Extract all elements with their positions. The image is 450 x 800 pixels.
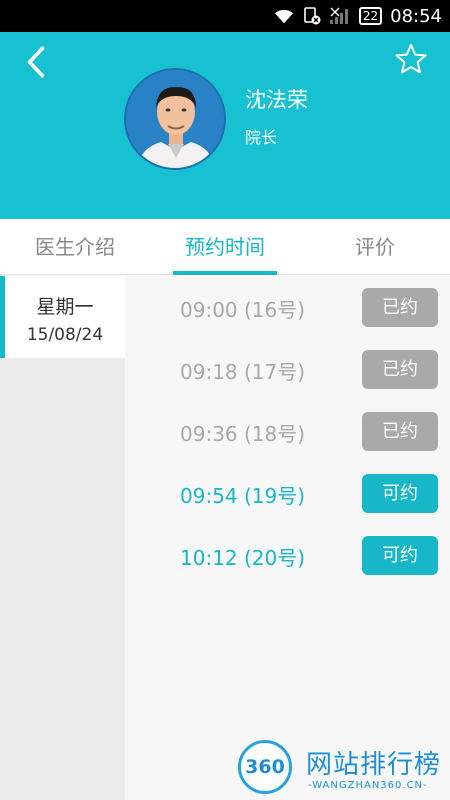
battery-indicator: 22	[358, 7, 383, 25]
wifi-icon	[273, 7, 295, 25]
slot-time: 09:36 (18号)	[180, 422, 306, 446]
status-bar: 22 08:54	[0, 0, 450, 32]
slot-book-button[interactable]: 可约	[362, 536, 438, 575]
tab-bar: 医生介绍 预约时间 评价	[0, 219, 450, 275]
sim-blocked-icon	[303, 7, 321, 25]
star-outline-icon	[395, 44, 427, 74]
tab-doctor-intro[interactable]: 医生介绍	[0, 219, 150, 274]
slot-row: 10:12 (20号) 可约	[125, 524, 450, 586]
day-name: 星期一	[36, 296, 94, 318]
slot-time: 10:12 (20号)	[180, 546, 306, 570]
slot-time: 09:54 (19号)	[180, 484, 306, 508]
favorite-button[interactable]	[394, 42, 428, 76]
day-list: 星期一 15/08/24	[0, 276, 125, 800]
signal-icon	[329, 7, 351, 25]
slot-time: 09:00 (16号)	[180, 298, 306, 322]
doctor-title: 院长	[245, 128, 278, 147]
tab-appointment-time[interactable]: 预约时间	[150, 219, 300, 275]
chevron-left-icon	[27, 46, 45, 78]
day-item[interactable]: 星期一 15/08/24	[0, 276, 125, 358]
slot-row: 09:54 (19号) 可约	[125, 462, 450, 524]
tab-reviews[interactable]: 评价	[300, 219, 450, 274]
slot-booked-button[interactable]: 已约	[362, 412, 438, 451]
back-button[interactable]	[18, 42, 54, 82]
doctor-name: 沈法荣	[245, 88, 308, 112]
watermark-logo: 360	[238, 740, 292, 794]
slot-book-button[interactable]: 可约	[362, 474, 438, 513]
clock: 08:54	[390, 5, 442, 27]
slot-time: 09:18 (17号)	[180, 360, 306, 384]
slot-list: 09:00 (16号) 已约 09:18 (17号) 已约 09:36 (18号…	[125, 276, 450, 800]
slot-booked-button[interactable]: 已约	[362, 288, 438, 327]
doctor-avatar	[124, 68, 226, 170]
watermark-text: 网站排行榜	[306, 750, 442, 780]
slot-booked-button[interactable]: 已约	[362, 350, 438, 389]
watermark-subtext: -WANGZHAN360.CN-	[308, 780, 428, 791]
watermark: 360 网站排行榜 -WANGZHAN360.CN-	[238, 740, 448, 798]
slot-row: 09:18 (17号) 已约	[125, 338, 450, 400]
doctor-header: 沈法荣 院长	[0, 32, 450, 219]
slot-row: 09:00 (16号) 已约	[125, 276, 450, 338]
slot-row: 09:36 (18号) 已约	[125, 400, 450, 462]
day-date: 15/08/24	[26, 325, 104, 345]
